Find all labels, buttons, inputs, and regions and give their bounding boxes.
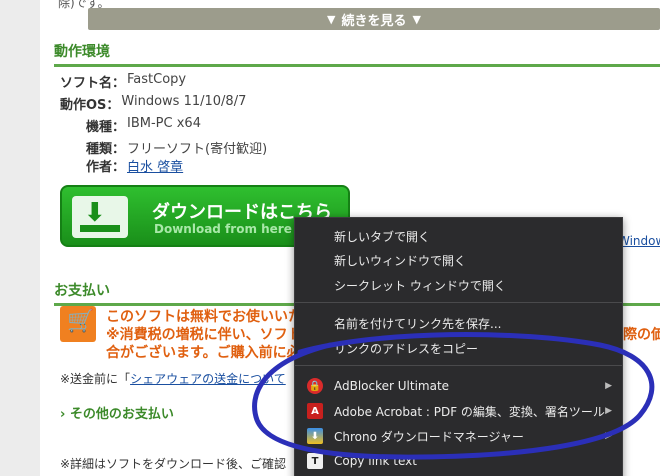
spec-key: 機種： bbox=[86, 120, 126, 135]
menu-adobe-acrobat[interactable]: A Adobe Acrobat : PDF の編集、変換、署名ツール ▶ bbox=[295, 399, 622, 423]
menu-save-link-as[interactable]: 名前を付けてリンク先を保存... bbox=[295, 311, 622, 335]
menu-open-new-window[interactable]: 新しいウィンドウで開く bbox=[295, 248, 622, 272]
continue-reading-button[interactable]: ▼ 続きを見る ▼ bbox=[88, 8, 660, 30]
acrobat-icon: A bbox=[307, 403, 323, 419]
spec-value: IBM-PC x64 bbox=[127, 116, 201, 131]
payment-text-line: このソフトは無料でお使いいた bbox=[106, 309, 302, 325]
menu-copy-link-address[interactable]: リンクのアドレスをコピー bbox=[295, 336, 622, 360]
menu-item-label: AdBlocker Ultimate bbox=[334, 379, 450, 393]
menu-item-label: 新しいウィンドウで開く bbox=[334, 253, 467, 268]
menu-item-label: Copy link text bbox=[334, 454, 417, 468]
payment-text-line: 合がございます。ご購入前に必 bbox=[106, 345, 301, 361]
chevron-right-icon: › bbox=[60, 407, 66, 422]
chrono-icon: ⬇ bbox=[307, 428, 323, 444]
menu-item-label: Adobe Acrobat : PDF の編集、変換、署名ツール bbox=[334, 404, 605, 419]
menu-adblocker-ultimate[interactable]: 🔒 AdBlocker Ultimate ▶ bbox=[295, 374, 622, 398]
triangle-down-icon: ▼ bbox=[327, 12, 336, 26]
transfer-note: ※送金前に「シェアウェアの送金について bbox=[60, 370, 286, 387]
download-icon: ⬇ bbox=[72, 196, 128, 238]
spec-value: Windows 11/10/8/7 bbox=[121, 94, 247, 109]
menu-open-new-tab[interactable]: 新しいタブで開く bbox=[295, 224, 622, 248]
other-payment-label: その他のお支払い bbox=[69, 407, 174, 422]
payment-text-right: 際の価 bbox=[623, 327, 660, 343]
cart-icon: 🛒 bbox=[60, 306, 96, 342]
submenu-arrow-icon: ▶ bbox=[605, 431, 612, 441]
menu-item-label: Chrono ダウンロードマネージャー bbox=[334, 429, 524, 444]
download-sub-label: Download from here bbox=[154, 222, 292, 236]
submenu-arrow-icon: ▶ bbox=[605, 381, 612, 391]
menu-item-label: 新しいタブで開く bbox=[334, 229, 431, 244]
menu-chrono-download[interactable]: ⬇ Chrono ダウンロードマネージャー ▶ bbox=[295, 424, 622, 448]
spec-key: 種類： bbox=[86, 142, 126, 157]
spec-value: フリーソフト(寄付歓迎) bbox=[127, 142, 268, 157]
menu-open-incognito[interactable]: シークレット ウィンドウで開く bbox=[295, 273, 622, 297]
spec-value: FastCopy bbox=[127, 72, 187, 87]
menu-item-label: シークレット ウィンドウで開く bbox=[334, 278, 506, 293]
details-note: ※詳細はソフトをダウンロード後、ご確認 bbox=[60, 457, 287, 471]
env-heading: 動作環境 bbox=[54, 41, 660, 67]
continue-label: 続きを見る bbox=[341, 13, 407, 29]
spec-key: ソフト名： bbox=[60, 76, 126, 91]
submenu-arrow-icon: ▶ bbox=[605, 406, 612, 416]
menu-separator bbox=[295, 302, 622, 303]
spec-row-name: ソフト名： FastCopy bbox=[60, 72, 186, 91]
triangle-down-icon: ▼ bbox=[412, 12, 421, 26]
author-link[interactable]: 白水 啓章 bbox=[127, 156, 183, 175]
menu-item-label: 名前を付けてリンク先を保存... bbox=[334, 316, 502, 331]
context-menu: 新しいタブで開く 新しいウィンドウで開く シークレット ウィンドウで開く 名前を… bbox=[294, 217, 623, 476]
spec-key: 動作OS： bbox=[60, 98, 120, 113]
menu-copy-link-text[interactable]: T Copy link text bbox=[295, 449, 622, 473]
payment-text-line: ※消費税の増税に伴い、ソフト bbox=[106, 327, 302, 343]
window-link[interactable]: Window bbox=[618, 234, 660, 248]
spec-row-author: 作者： 白水 啓章 bbox=[86, 156, 183, 175]
transfer-note-prefix: ※送金前に「 bbox=[60, 372, 131, 386]
menu-item-label: リンクのアドレスをコピー bbox=[334, 341, 479, 356]
spec-key: 作者： bbox=[86, 160, 126, 175]
spec-row-type: 種類： フリーソフト(寄付歓迎) bbox=[86, 138, 267, 157]
adblocker-icon: 🔒 bbox=[307, 378, 323, 394]
other-payment-link[interactable]: › その他のお支払い bbox=[60, 403, 174, 422]
copy-text-icon: T bbox=[307, 453, 323, 469]
spec-row-machine: 機種： IBM-PC x64 bbox=[86, 116, 201, 135]
menu-separator bbox=[295, 365, 622, 366]
spec-row-os: 動作OS： Windows 11/10/8/7 bbox=[60, 94, 246, 113]
shareware-transfer-link[interactable]: シェアウェアの送金について bbox=[130, 372, 286, 386]
